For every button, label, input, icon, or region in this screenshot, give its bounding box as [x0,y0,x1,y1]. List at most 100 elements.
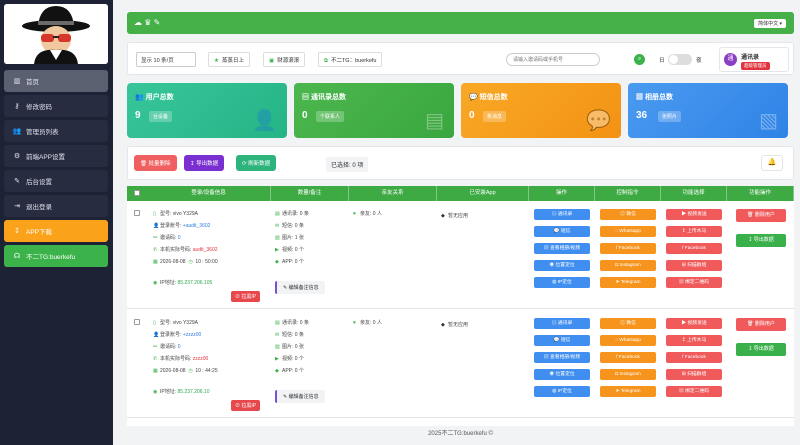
contact-tg-button[interactable]: ⧉ 不二TG：buerkefu [318,52,383,67]
scan-groups-button[interactable]: ⊞ 扫描群组 [666,260,722,271]
export-user-button[interactable]: ↧ 导出数据 [736,234,786,247]
location-icon: ◉ [153,389,158,395]
locate-button[interactable]: ◉ 位置定位 [534,369,590,380]
edit-remark-button[interactable]: ✎ 编辑备注信息 [275,281,325,294]
search-input[interactable] [506,53,600,66]
spy-avatar-icon [4,4,108,64]
album-button[interactable]: ▧ 查看相册/视频 [534,243,590,254]
sidebar-item-app-settings[interactable]: ⚙ 前端APP设置 [4,145,108,167]
selected-count: 已选择: 0 项 [326,157,369,172]
chat-bg-icon: 💬 [586,110,611,132]
edit-remark-button[interactable]: ✎ 编辑备注信息 [275,390,325,403]
delete-user-button[interactable]: 🗑 删除用户 [736,318,786,331]
table-row: ▯ 型号: vivo Y329A 👤登录账号: +audit_3602 ⚯ 邀请码:… [127,201,794,309]
ip-locate-button[interactable]: ◍ IP定位 [534,386,590,397]
instagram-button[interactable]: ◘ Instagram [600,260,656,271]
delete-user-button[interactable]: 🗑 删除用户 [736,209,786,222]
telegram-button[interactable]: ➤ Telegram [600,386,656,397]
theme-toggle[interactable] [668,54,692,65]
prosper-button[interactable]: ★ 蒸蒸日上 [208,52,250,67]
row-checkbox[interactable] [134,319,140,325]
telegram-button[interactable]: ➤ Telegram [600,277,656,288]
search-button[interactable]: ⌕ [634,54,645,65]
user-role-badge: 超级管理员 [741,62,770,70]
headset-icon: ☊ [13,253,21,260]
user-box[interactable]: 通 通讯录 超级管理员 [719,47,789,72]
trash-icon: 🗑 [747,321,755,327]
contacts-icon: ▤ [275,211,280,217]
bell-icon[interactable]: 🔔 [761,155,783,171]
contacts-button[interactable]: ▤ 通讯录 [534,318,590,329]
main-area: ☁ ♛ ✎ 简体中文 ▾ 显示 10 条/页 ★ 蒸蒸日上 ▣ 财源滚滚 ⧉ 不二TG… [121,0,800,445]
video-icon: ▶ [275,247,279,253]
facebook-button[interactable]: f Facebook [600,243,656,254]
block-ip-button[interactable]: ⊘ 拉黑IP [231,291,261,302]
call-icon: ✆ [153,356,158,362]
sidebar-item-contact[interactable]: ☊ 不二TG:buerkefu [4,245,108,267]
action-bar: 🗑 批量删除 ↧ 导出数据 ⟳ 刷新数据 已选择: 0 项 🔔 [127,146,794,180]
instagram-button[interactable]: ◘ Instagram [600,369,656,380]
select-all-checkbox[interactable] [134,190,140,196]
users-table: 登录/设备信息 数量/备注 亲友关系 已安装App 操作 控制指令 功能选择 功… [127,186,794,426]
export-user-button[interactable]: ↧ 导出数据 [736,343,786,356]
stat-card-albums: ▧ 相册总数 36 张照片 ▧ [628,83,788,138]
upload-trojan-button[interactable]: ↥ 上传木马 [666,335,722,346]
video-icon: ▶ [275,356,279,362]
heart-icon: ♥ [353,211,356,217]
sidebar: ▥ 首页 ⚷ 修改密码 👥 管理员列表 ⚙ 前端APP设置 ✎ 后台设置 ⇥ 退出登录 ↧ A… [0,0,113,445]
batch-delete-button[interactable]: 🗑 批量删除 [134,155,177,171]
sidebar-item-app-download[interactable]: ↧ APP下载 [4,220,108,242]
image-bg-icon: ▧ [759,110,778,132]
day-label: 日 [659,58,665,64]
calendar-icon: ▦ [153,368,158,374]
search-icon: ⌕ [637,56,642,62]
bind-qrcode-button[interactable]: ▦ 绑定二维码 [666,386,722,397]
video-send-button[interactable]: ▶ 视频发送 [666,209,722,220]
sidebar-item-backend-settings[interactable]: ✎ 后台设置 [4,170,108,192]
facebook-func-button[interactable]: f Facebook [666,352,722,363]
user-name: 通讯录 [741,55,760,61]
block-ip-button[interactable]: ⊘ 拉黑IP [231,400,261,411]
wechat-button[interactable]: ◎ 微信 [600,209,656,220]
language-select[interactable]: 简体中文 ▾ [754,19,786,28]
facebook-func-button[interactable]: f Facebook [666,243,722,254]
heart-icon: ♥ [353,320,356,326]
wrench-icon: ✎ [14,178,20,185]
users-icon: 👥 [12,128,22,135]
stat-card-sms: 💬 短信总数 0 条消息 💬 [461,83,621,138]
wechat-button[interactable]: ◎ 微信 [600,318,656,329]
address-book-icon: ▤ [302,94,311,101]
contacts-button[interactable]: ▤ 通讯录 [534,209,590,220]
refresh-button[interactable]: ⟳ 刷新数据 [236,155,277,171]
video-send-button[interactable]: ▶ 视频发送 [666,318,722,329]
diamond-icon: ◆ [441,322,445,328]
whatsapp-button[interactable]: ◌ Whatsapp [600,335,656,346]
sms-button[interactable]: 💬 短信 [534,335,590,346]
sidebar-item-home[interactable]: ▥ 首页 [4,70,108,92]
sidebar-item-change-password[interactable]: ⚷ 修改密码 [4,95,108,117]
scan-groups-button[interactable]: ⊞ 扫描群组 [666,369,722,380]
contacts-icon: ▤ [275,320,280,326]
user-icon: 👤 [153,223,160,229]
sidebar-item-logout[interactable]: ⇥ 退出登录 [4,195,108,217]
logo [4,4,108,64]
album-button[interactable]: ▧ 查看相册/视频 [534,352,590,363]
locate-button[interactable]: ◉ 位置定位 [534,260,590,271]
link-icon: ⚯ [153,235,158,241]
trash-icon: 🗑 [140,161,149,167]
night-label: 夜 [696,58,702,64]
facebook-button[interactable]: f Facebook [600,352,656,363]
wealth-button[interactable]: ▣ 财源滚滚 [263,52,306,67]
row-checkbox[interactable] [134,210,140,216]
upload-trojan-button[interactable]: ↥ 上传木马 [666,226,722,237]
gear-icon: ⚙ [13,153,21,160]
sms-button[interactable]: 💬 短信 [534,226,590,237]
whatsapp-button[interactable]: ◌ Whatsapp [600,226,656,237]
export-button[interactable]: ↧ 导出数据 [184,155,225,171]
logout-icon: ⇥ [14,203,20,210]
bind-qrcode-button[interactable]: ▦ 绑定二维码 [666,277,722,288]
sidebar-item-admin-list[interactable]: 👥 管理员列表 [4,120,108,142]
page-size-select[interactable]: 显示 10 条/页 [136,52,196,67]
ip-locate-button[interactable]: ◍ IP定位 [534,277,590,288]
bar-chart-icon: ▥ [13,78,21,85]
